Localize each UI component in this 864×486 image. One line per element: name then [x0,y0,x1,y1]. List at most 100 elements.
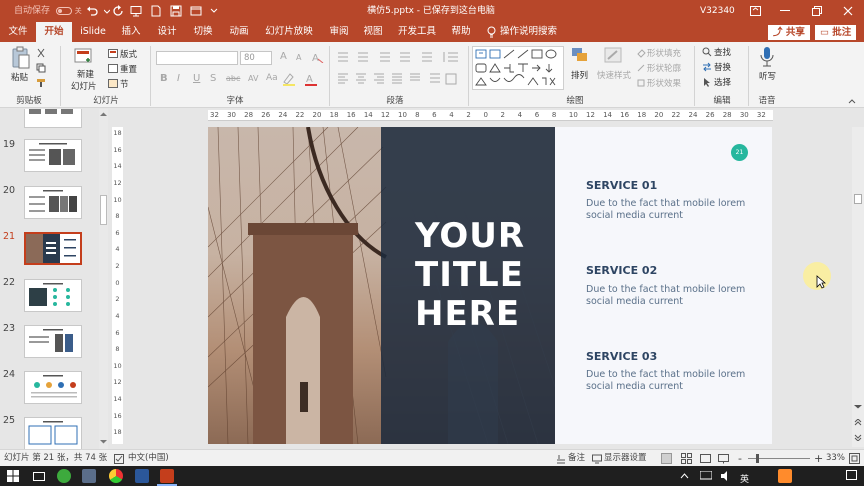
change-case-button[interactable]: Aa [266,73,278,83]
service-heading-1[interactable]: SERVICE 01 [586,179,657,192]
shrink-font-button[interactable]: A [296,53,301,62]
tab-islide[interactable]: iSlide [76,22,110,42]
slide-scroll-thumb[interactable] [854,194,862,204]
previous-slide-icon[interactable] [854,419,862,427]
highlight-icon[interactable] [282,72,296,86]
quick-styles-label[interactable]: 快速样式 [597,69,631,81]
tab-animations[interactable]: 动画 [224,22,254,42]
next-slide-icon[interactable] [854,433,862,441]
scroll-down-icon[interactable] [100,439,107,444]
tab-developer[interactable]: 开发工具 [394,22,440,42]
font-name-box[interactable] [156,51,238,65]
windows-start-icon[interactable] [7,470,19,482]
service-text-1[interactable]: Due to the fact that mobile lorem social… [586,198,756,222]
bold-button[interactable]: B [160,73,168,84]
new-slide-label-2[interactable]: 幻灯片 [71,80,97,92]
zoom-level[interactable]: 33% [826,450,845,467]
undo-icon[interactable] [86,5,98,17]
volume-icon[interactable] [720,470,732,482]
service-text-2[interactable]: Due to the fact that mobile lorem social… [586,284,756,308]
grow-font-button[interactable]: A [280,51,287,62]
slideshow-view-icon[interactable] [718,453,729,464]
shape-fill-button[interactable]: 形状填充 [647,47,681,59]
format-painter-icon[interactable] [36,78,46,88]
redo-icon[interactable] [112,5,124,17]
slide-thumbnail[interactable] [24,139,82,172]
save-icon[interactable] [170,5,182,17]
scroll-down-icon[interactable] [854,404,862,409]
chrome-icon[interactable] [109,469,123,483]
zoom-slider-thumb[interactable] [756,454,759,463]
slide-title-line-2[interactable]: TITLE [415,256,555,295]
tab-home[interactable]: 开始 [36,22,72,42]
slide-thumbnail[interactable] [24,371,82,404]
normal-view-icon[interactable] [661,453,672,464]
service-heading-3[interactable]: SERVICE 03 [586,350,657,363]
slide-title-line-3[interactable]: HERE [415,295,555,334]
paragraph-icons-row1[interactable] [336,50,466,64]
tab-view[interactable]: 视图 [358,22,388,42]
slide-scrollbar[interactable] [852,127,864,447]
tab-design[interactable]: 设计 [152,22,182,42]
tab-transitions[interactable]: 切换 [188,22,218,42]
slide-thumbnail[interactable] [24,325,82,358]
scroll-up-icon[interactable] [100,112,107,117]
reading-view-icon[interactable] [700,453,711,464]
shapes-gallery[interactable] [472,46,564,90]
tab-review[interactable]: 审阅 [324,22,354,42]
slide-thumbnail[interactable] [24,279,82,312]
powerpoint-icon[interactable] [160,469,174,483]
thumbnail-scroll-thumb[interactable] [100,195,107,225]
tray-expand-icon[interactable] [680,472,689,479]
tab-file[interactable]: 文件 [2,22,34,42]
service-text-3[interactable]: Due to the fact that mobile lorem social… [586,369,756,393]
cut-icon[interactable] [36,48,46,58]
slide-sorter-icon[interactable] [681,453,692,464]
zoom-in-button[interactable]: + [814,450,823,467]
arrange-label[interactable]: 排列 [571,69,588,81]
find-button[interactable]: 查找 [714,46,731,58]
service-heading-2[interactable]: SERVICE 02 [586,264,657,277]
paste-label[interactable]: 粘贴 [11,71,28,83]
arrange-icon[interactable] [570,46,590,66]
undo-dropdown-icon[interactable] [104,6,110,16]
layout-button[interactable]: 版式 [120,48,137,60]
display-settings-button[interactable]: 显示器设置 [604,450,647,467]
underline-button[interactable]: U [193,73,200,84]
wechat-icon[interactable] [57,469,71,483]
strikethrough-button[interactable]: abc [226,74,240,83]
customize-toolbar-icon[interactable] [210,7,218,15]
paste-icon[interactable] [11,46,31,70]
notification-icon[interactable] [846,470,857,481]
autosave-toggle[interactable] [55,6,72,15]
tab-slideshow[interactable]: 幻灯片放映 [260,22,318,42]
open-icon[interactable] [190,5,202,17]
replace-button[interactable]: 替换 [714,61,731,73]
select-button[interactable]: 选择 [714,76,731,88]
slide-thumbnail[interactable] [24,109,82,128]
collapse-ribbon-icon[interactable] [848,98,856,104]
close-icon[interactable] [843,6,853,16]
fit-to-window-icon[interactable] [849,453,860,464]
comments-button[interactable]: ▭ 批注 [815,25,857,40]
app-icon[interactable] [82,469,96,483]
autosave[interactable]: 自动保存 关 [14,0,82,22]
task-view-icon[interactable] [33,470,45,482]
search-box[interactable]: 操作说明搜索 [500,22,560,42]
ribbon-display-icon[interactable] [750,6,761,16]
section-button[interactable]: 节 [120,78,129,90]
user-name[interactable]: V32340 [700,0,735,22]
clear-format-icon[interactable]: A [312,51,324,63]
slide-canvas[interactable]: YOUR TITLE HERE 21 SERVICE 01 Due to the… [208,127,772,444]
slide-thumbnail[interactable] [24,417,82,449]
notes-button[interactable]: 备注 [568,450,585,467]
tab-help[interactable]: 帮助 [446,22,476,42]
new-slide-label-1[interactable]: 新建 [77,68,94,80]
tab-insert[interactable]: 插入 [116,22,146,42]
word-icon[interactable] [135,469,149,483]
minimize-icon[interactable] [780,10,790,12]
shadow-button[interactable]: S [210,73,216,84]
font-size-box[interactable]: 80 [240,51,272,65]
ime-indicator[interactable]: 英 [740,472,749,485]
restore-icon[interactable] [812,6,822,16]
